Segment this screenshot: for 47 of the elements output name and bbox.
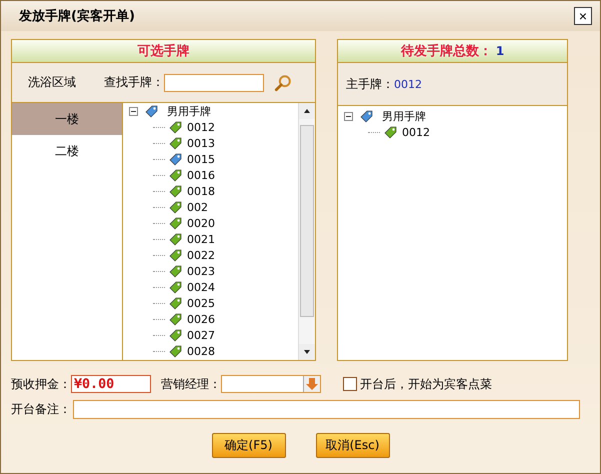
tree-item[interactable]: 0022	[187, 248, 215, 262]
search-icon[interactable]	[274, 74, 292, 92]
close-button[interactable]: ×	[574, 7, 592, 25]
tree-item[interactable]: 0026	[187, 312, 215, 326]
tree-item[interactable]: 男用手牌	[167, 104, 211, 118]
scroll-up-icon[interactable]	[303, 107, 311, 115]
tree-item[interactable]: 男用手牌	[382, 108, 426, 124]
tree-item[interactable]: 0025	[187, 296, 215, 310]
search-label: 查找手牌：	[104, 74, 164, 91]
tree-item[interactable]: 0018	[187, 184, 215, 198]
manager-dropdown[interactable]	[221, 375, 321, 393]
area-label: 洗浴区域	[27, 74, 77, 91]
deposit-label: 预收押金：	[11, 376, 71, 392]
manager-label: 营销经理：	[161, 376, 221, 392]
floor-item[interactable]: 二楼	[12, 135, 122, 167]
deposit-field[interactable]: ¥0.00	[71, 375, 151, 393]
collapse-icon[interactable]	[129, 106, 141, 116]
tree-item[interactable]: 0012	[187, 120, 215, 134]
collapse-icon[interactable]	[344, 112, 356, 120]
tree-item[interactable]: 0023	[187, 264, 215, 278]
dialog-button[interactable]: 取消(Esc)	[316, 433, 390, 458]
panel-title: 待发手牌总数：	[400, 42, 492, 60]
main-tag-value: 0012	[394, 78, 422, 90]
tree-item[interactable]: 0016	[187, 168, 215, 182]
tree-item[interactable]: 0028	[187, 344, 215, 358]
tree-item[interactable]: 0024	[187, 280, 215, 294]
scrollbar[interactable]	[298, 103, 315, 360]
search-field[interactable]	[164, 74, 264, 92]
checkbox[interactable]	[343, 377, 357, 391]
main-tag-label: 主手牌：	[346, 76, 394, 92]
tree-item[interactable]: 0027	[187, 328, 215, 342]
count-value: 1	[496, 44, 504, 58]
tree-item[interactable]: 0013	[187, 136, 215, 150]
checkbox-label: 开台后，开始为宾客点菜	[360, 376, 492, 392]
scroll-down-icon[interactable]	[303, 348, 311, 356]
remark-label: 开台备注：	[11, 401, 71, 418]
floor-item[interactable]: 一楼	[12, 103, 122, 135]
tree-item[interactable]: 002	[187, 200, 208, 214]
panel-title: 可选手牌	[138, 42, 190, 60]
tree-item[interactable]: 0020	[187, 216, 215, 230]
window-title: 发放手牌(宾客开单)	[19, 8, 135, 25]
tree-item[interactable]: 0015	[187, 152, 215, 166]
dialog-button[interactable]: 确定(F5)	[212, 433, 286, 458]
remark-field[interactable]	[73, 400, 580, 419]
dropdown-arrow-icon	[303, 376, 320, 392]
tree-item[interactable]: 0021	[187, 232, 215, 246]
tree-item[interactable]: 0012	[402, 126, 430, 138]
